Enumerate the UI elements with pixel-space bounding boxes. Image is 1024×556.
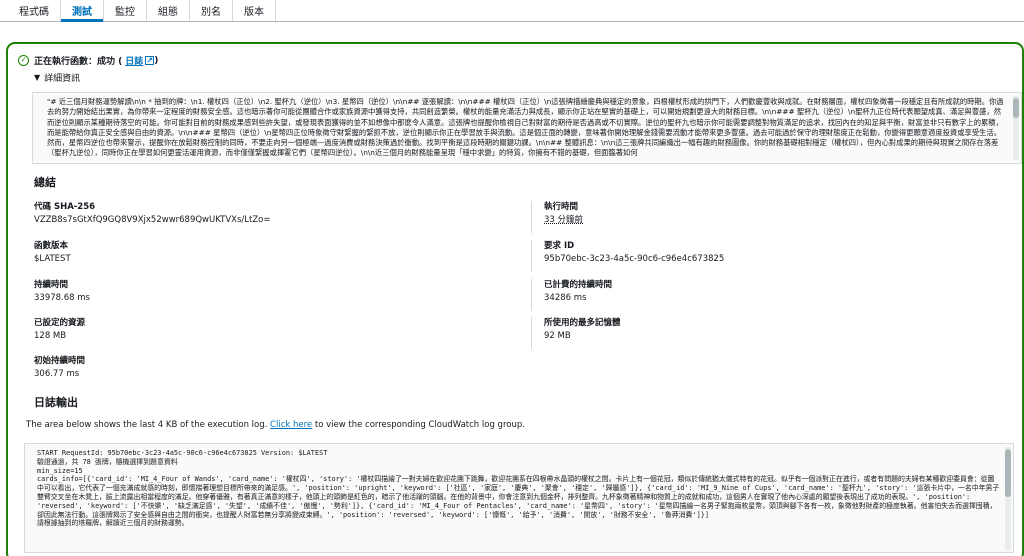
status-suffix: ) — [154, 55, 159, 66]
init-duration-field: 初始持續時間 306.77 ms — [34, 355, 494, 381]
result-text: "# 近三個月財務運勢解讀\n\n * 抽到的牌：\n1. 權杖四（正位）\n2… — [47, 97, 1004, 158]
execution-status: ✓ 正在執行函數：成功 ( 日誌 ↗ ) — [18, 54, 158, 67]
billed-duration-value: 34286 ms — [544, 293, 587, 303]
func-version-label: 函數版本 — [34, 241, 69, 251]
log-text: START RequestId: 95b70ebc-3c23-4a5c-90c6… — [37, 449, 1000, 528]
log-scrollbar[interactable] — [1005, 447, 1011, 551]
cloudwatch-link[interactable]: Click here — [270, 420, 312, 430]
tab-test[interactable]: 測試 — [61, 0, 104, 22]
log-scroll-thumb[interactable] — [1005, 449, 1011, 497]
max-memory-label: 所使用的最多記憶體 — [544, 318, 621, 328]
billed-duration-label: 已計費的持續時間 — [544, 280, 613, 290]
code-sha-label: 代碼 SHA-256 — [34, 202, 96, 212]
resources-value: 128 MB — [34, 331, 67, 341]
max-memory-value: 92 MB — [544, 331, 571, 341]
exec-time-label: 執行時間 — [544, 202, 579, 212]
init-duration-label: 初始持續時間 — [34, 356, 86, 366]
resources-label: 已設定的資源 — [34, 318, 86, 328]
result-scrollbar[interactable] — [1013, 96, 1019, 160]
tab-versions[interactable]: 版本 — [233, 0, 276, 21]
max-memory-field: 所使用的最多記憶體 92 MB — [544, 317, 1004, 343]
duration-label: 持續時間 — [34, 280, 69, 290]
caret-down-icon: ▼ — [34, 73, 41, 82]
tab-bar: 程式碼 測試 監控 組態 別名 版本 — [0, 0, 1024, 22]
tab-monitor[interactable]: 監控 — [104, 0, 147, 21]
log-output-box[interactable]: START RequestId: 95b70ebc-3c23-4a5c-90c6… — [24, 443, 1014, 553]
init-duration-value: 306.77 ms — [34, 369, 80, 379]
logs-title: 日誌輸出 — [34, 396, 78, 409]
tab-aliases[interactable]: 別名 — [190, 0, 233, 21]
resources-field: 已設定的資源 128 MB — [34, 317, 494, 343]
code-sha-field: 代碼 SHA-256 VZZB8s7sGtXfQ9GQ8V9Xjx52wwr68… — [34, 201, 494, 227]
logs-description: The area below shows the last 4 KB of th… — [26, 420, 525, 430]
divider — [531, 201, 532, 233]
func-version-field: 函數版本 $LATEST — [34, 240, 494, 266]
details-label: 詳細資訊 — [44, 74, 81, 84]
details-expander[interactable]: ▼ 詳細資訊 — [34, 71, 80, 84]
status-text: 正在執行函數：成功 ( — [34, 57, 123, 67]
exec-time-field: 執行時間 33 分鐘前 — [544, 201, 1004, 227]
code-sha-value: VZZB8s7sGtXfQ9GQ8V9Xjx52wwr689QwUKTVXs/L… — [34, 215, 271, 225]
summary-title: 總結 — [34, 176, 56, 189]
billed-duration-field: 已計費的持續時間 34286 ms — [544, 279, 1004, 305]
exec-time-value[interactable]: 33 分鐘前 — [544, 213, 1004, 227]
result-scroll-thumb[interactable] — [1013, 98, 1019, 118]
divider — [531, 317, 532, 349]
external-link-icon[interactable]: ↗ — [145, 56, 155, 65]
logs-link[interactable]: 日誌 — [125, 54, 143, 67]
success-check-icon: ✓ — [18, 55, 29, 66]
logs-desc-suffix: to view the corresponding CloudWatch log… — [312, 420, 525, 430]
result-output-box[interactable]: "# 近三個月財務運勢解讀\n\n * 抽到的牌：\n1. 權杖四（正位）\n2… — [32, 92, 1022, 164]
request-id-label: 要求 ID — [544, 241, 575, 251]
divider — [531, 279, 532, 311]
divider — [531, 240, 532, 272]
func-version-value: $LATEST — [34, 254, 71, 264]
duration-value: 33978.68 ms — [34, 293, 90, 303]
tab-code[interactable]: 程式碼 — [8, 0, 61, 21]
logs-desc-prefix: The area below shows the last 4 KB of th… — [26, 420, 271, 430]
request-id-value: 95b70ebc-3c23-4a5c-90c6-c96e4c673825 — [544, 254, 725, 264]
tab-configuration[interactable]: 組態 — [147, 0, 190, 21]
request-id-field: 要求 ID 95b70ebc-3c23-4a5c-90c6-c96e4c6738… — [544, 240, 1004, 266]
duration-field: 持續時間 33978.68 ms — [34, 279, 494, 305]
